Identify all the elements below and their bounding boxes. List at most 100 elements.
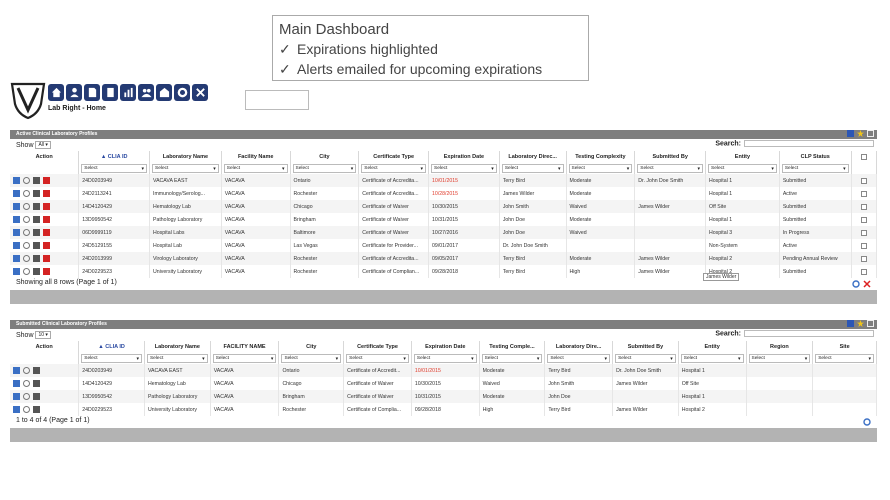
pdf-icon[interactable]	[43, 216, 50, 223]
print-icon[interactable]	[33, 367, 40, 374]
table-row[interactable]: 24D0229523 University Laboratory VACAVA Roc…	[10, 403, 877, 416]
pdf-icon[interactable]	[43, 268, 50, 275]
table-row[interactable]: 24D0203949 VACAVA EAST VACAVA Ontario Certif…	[10, 174, 878, 187]
print-icon[interactable]	[33, 190, 40, 197]
column-header[interactable]: FACILITY NAME	[210, 341, 280, 352]
table-row[interactable]: 14D4120429 Hematology Lab VACAVA Chicago Cer…	[10, 200, 878, 213]
export-icon[interactable]	[867, 320, 874, 327]
column-header[interactable]: Laboratory Name	[144, 341, 211, 352]
column-filter-select[interactable]: Select	[146, 353, 208, 363]
column-filter-select[interactable]: Select	[431, 163, 497, 173]
edit-icon[interactable]	[13, 242, 20, 249]
column-header[interactable]: Submitted By	[612, 341, 679, 352]
column-header[interactable]: Testing Complexity	[566, 151, 636, 162]
pdf-icon[interactable]	[43, 229, 50, 236]
column-filter-select[interactable]: Select	[223, 163, 288, 173]
refresh-icon[interactable]	[852, 280, 860, 288]
view-icon[interactable]	[23, 393, 30, 400]
column-header[interactable]: Certificate Type	[343, 341, 412, 352]
view-icon[interactable]	[23, 177, 30, 184]
chart-button[interactable]	[120, 84, 136, 101]
column-header[interactable]: CLP Status	[779, 151, 852, 162]
clear-icon[interactable]	[863, 280, 871, 288]
print-icon[interactable]	[33, 268, 40, 275]
search-input[interactable]	[744, 140, 874, 147]
star-icon[interactable]	[857, 130, 864, 137]
row-checkbox[interactable]	[860, 229, 867, 236]
column-header[interactable]: Laboratory Dire...	[544, 341, 614, 352]
column-filter-select[interactable]: Select	[281, 353, 342, 363]
gear-button[interactable]	[174, 84, 190, 101]
column-header[interactable]: Laboratory Direc...	[499, 151, 567, 162]
column-header[interactable]: ▲ CLIA ID	[78, 341, 145, 352]
column-header[interactable]: Testing Comple...	[479, 341, 546, 352]
edit-icon[interactable]	[13, 229, 20, 236]
print-icon[interactable]	[33, 406, 40, 413]
refresh-icon[interactable]	[863, 418, 871, 426]
view-icon[interactable]	[23, 406, 30, 413]
column-filter-select[interactable]: Select	[152, 163, 219, 173]
select-all-checkbox[interactable]	[860, 153, 867, 160]
row-checkbox[interactable]	[860, 255, 867, 262]
table-row[interactable]: 13D9950542 Pathology Laboratory VACAVA Brin…	[10, 213, 878, 226]
edit-icon[interactable]	[13, 216, 20, 223]
column-filter-select[interactable]: Select	[413, 353, 477, 363]
column-filter-select[interactable]: Select	[81, 163, 148, 173]
column-filter-select[interactable]: Select	[637, 163, 704, 173]
column-filter-select[interactable]: Select	[292, 163, 357, 173]
column-header[interactable]: Entity	[678, 341, 747, 352]
header-search-box[interactable]	[245, 90, 309, 110]
pdf-icon[interactable]	[43, 242, 50, 249]
view-icon[interactable]	[23, 367, 30, 374]
group-button[interactable]	[138, 84, 154, 101]
table-row[interactable]: 06D9999119 Hospital Labs VACAVA Baltimore Ce…	[10, 226, 878, 239]
column-filter-select[interactable]: Select	[501, 163, 564, 173]
column-filter-select[interactable]: Select	[346, 353, 409, 363]
document-button[interactable]	[84, 84, 100, 101]
print-icon[interactable]	[33, 177, 40, 184]
home-button[interactable]	[48, 84, 64, 101]
view-icon[interactable]	[23, 229, 30, 236]
column-header[interactable]: City	[278, 341, 345, 352]
table-row[interactable]: 13D9950542 Pathology Laboratory VACAVA Brin…	[10, 390, 877, 403]
column-header[interactable]: Site	[812, 341, 877, 352]
column-filter-select[interactable]: Select	[361, 163, 427, 173]
view-icon[interactable]	[23, 203, 30, 210]
print-icon[interactable]	[33, 216, 40, 223]
table-row[interactable]: 24D5129155 Hospital Lab VACAVA Las Vegas Cer…	[10, 239, 878, 252]
column-filter-select[interactable]: Select	[81, 353, 142, 363]
save-icon[interactable]	[847, 320, 854, 327]
column-header[interactable]: Submitted By	[634, 151, 707, 162]
print-icon[interactable]	[33, 203, 40, 210]
page-size-select[interactable]: All ▾	[35, 141, 51, 149]
row-checkbox[interactable]	[860, 242, 867, 249]
column-filter-select[interactable]: Select	[568, 163, 633, 173]
edit-icon[interactable]	[13, 255, 20, 262]
column-header[interactable]: Laboratory Name	[149, 151, 222, 162]
column-header[interactable]: Facility Name	[221, 151, 291, 162]
column-header[interactable]: Expiration Date	[411, 341, 480, 352]
column-header[interactable]: Entity	[705, 151, 780, 162]
column-filter-select[interactable]: Select	[781, 163, 849, 173]
column-header[interactable]: Region	[746, 341, 814, 352]
table-row[interactable]: 24D2013999 Virology Laboratory VACAVA Roche…	[10, 252, 878, 265]
column-header[interactable]: ▲ CLIA ID	[78, 151, 151, 162]
column-filter-select[interactable]: Select	[481, 353, 543, 363]
column-filter-select[interactable]: Select	[815, 353, 874, 363]
table-row[interactable]: 14D4120429 Hematology Lab VACAVA Chicago Cer…	[10, 377, 877, 390]
column-filter-select[interactable]: Select	[708, 163, 777, 173]
column-filter-select[interactable]: Select	[680, 353, 744, 363]
column-header[interactable]: City	[290, 151, 360, 162]
pdf-icon[interactable]	[43, 177, 50, 184]
page-size-select[interactable]: 10 ▾	[35, 331, 51, 339]
view-icon[interactable]	[23, 255, 30, 262]
column-filter-select[interactable]: Select	[615, 353, 676, 363]
view-icon[interactable]	[23, 190, 30, 197]
file-button[interactable]	[102, 84, 118, 101]
export-icon[interactable]	[867, 130, 874, 137]
print-icon[interactable]	[33, 380, 40, 387]
edit-icon[interactable]	[13, 268, 20, 275]
column-filter-select[interactable]: Select	[212, 353, 277, 363]
table-row[interactable]: 24D0203949 VACAVA EAST VACAVA Ontario Certif…	[10, 364, 877, 377]
table-row[interactable]: 24D0229523 University Laboratory VACAVA Roc…	[10, 265, 878, 278]
